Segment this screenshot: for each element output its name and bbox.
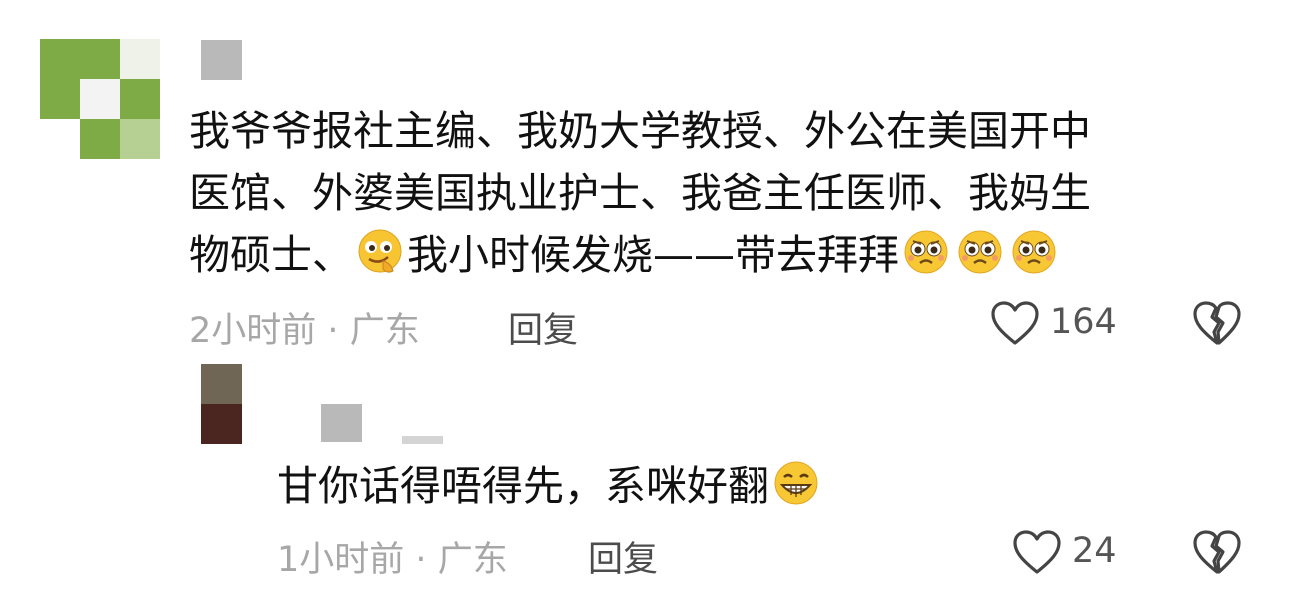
grinning-face-emoji bbox=[774, 461, 818, 505]
like-count: 164 bbox=[1050, 302, 1117, 342]
pleading-face-emoji bbox=[904, 230, 948, 274]
location: 广东 bbox=[349, 311, 420, 351]
reply-avatar[interactable] bbox=[201, 364, 242, 444]
heart-icon[interactable] bbox=[1012, 529, 1062, 575]
comment-line-3-start: 物硕士、 bbox=[189, 231, 353, 279]
reply-button[interactable]: 回复 bbox=[508, 302, 578, 353]
comment-line-3: 物硕士、 我小时候发烧——带去拜拜 bbox=[189, 224, 1091, 286]
reply-username-redacted-2 bbox=[402, 436, 443, 444]
reply-username-redacted[interactable] bbox=[321, 404, 362, 442]
reply-text: 甘你话得唔得先，系咪好翻 bbox=[277, 462, 769, 510]
broken-heart-icon[interactable] bbox=[1192, 300, 1242, 346]
heart-icon[interactable] bbox=[990, 300, 1040, 346]
location: 广东 bbox=[437, 540, 508, 580]
timestamp: 2小时前 bbox=[189, 311, 317, 351]
thinking-face-emoji bbox=[358, 229, 402, 273]
meta-separator: · bbox=[327, 311, 339, 351]
pleading-face-emoji bbox=[958, 230, 1002, 274]
comment-section: 我爷爷报社主编、我奶大学教授、外公在美国开中 医馆、外婆美国执业护士、我爸主任医… bbox=[0, 0, 1293, 600]
comment-line-1: 我爷爷报社主编、我奶大学教授、外公在美国开中 bbox=[189, 107, 1091, 155]
reply-button[interactable]: 回复 bbox=[588, 531, 658, 582]
username-redacted[interactable] bbox=[201, 40, 242, 80]
comment-line-3-end: 我小时候发烧——带去拜拜 bbox=[407, 231, 899, 279]
meta-separator: · bbox=[415, 540, 427, 580]
broken-heart-icon[interactable] bbox=[1192, 529, 1242, 575]
timestamp: 1小时前 bbox=[277, 540, 405, 580]
pleading-face-emoji bbox=[1012, 230, 1056, 274]
reply-comment-text: 甘你话得唔得先，系咪好翻 bbox=[277, 455, 823, 517]
comment-meta: 2小时前 · 广东 bbox=[189, 302, 420, 353]
reply-meta: 1小时前 · 广东 bbox=[277, 531, 508, 582]
comment-line-2: 医馆、外婆美国执业护士、我爸主任医师、我妈生 bbox=[189, 169, 1091, 217]
comment-text: 我爷爷报社主编、我奶大学教授、外公在美国开中 医馆、外婆美国执业护士、我爸主任医… bbox=[189, 100, 1091, 286]
like-count: 24 bbox=[1072, 531, 1117, 571]
avatar[interactable] bbox=[40, 39, 160, 159]
